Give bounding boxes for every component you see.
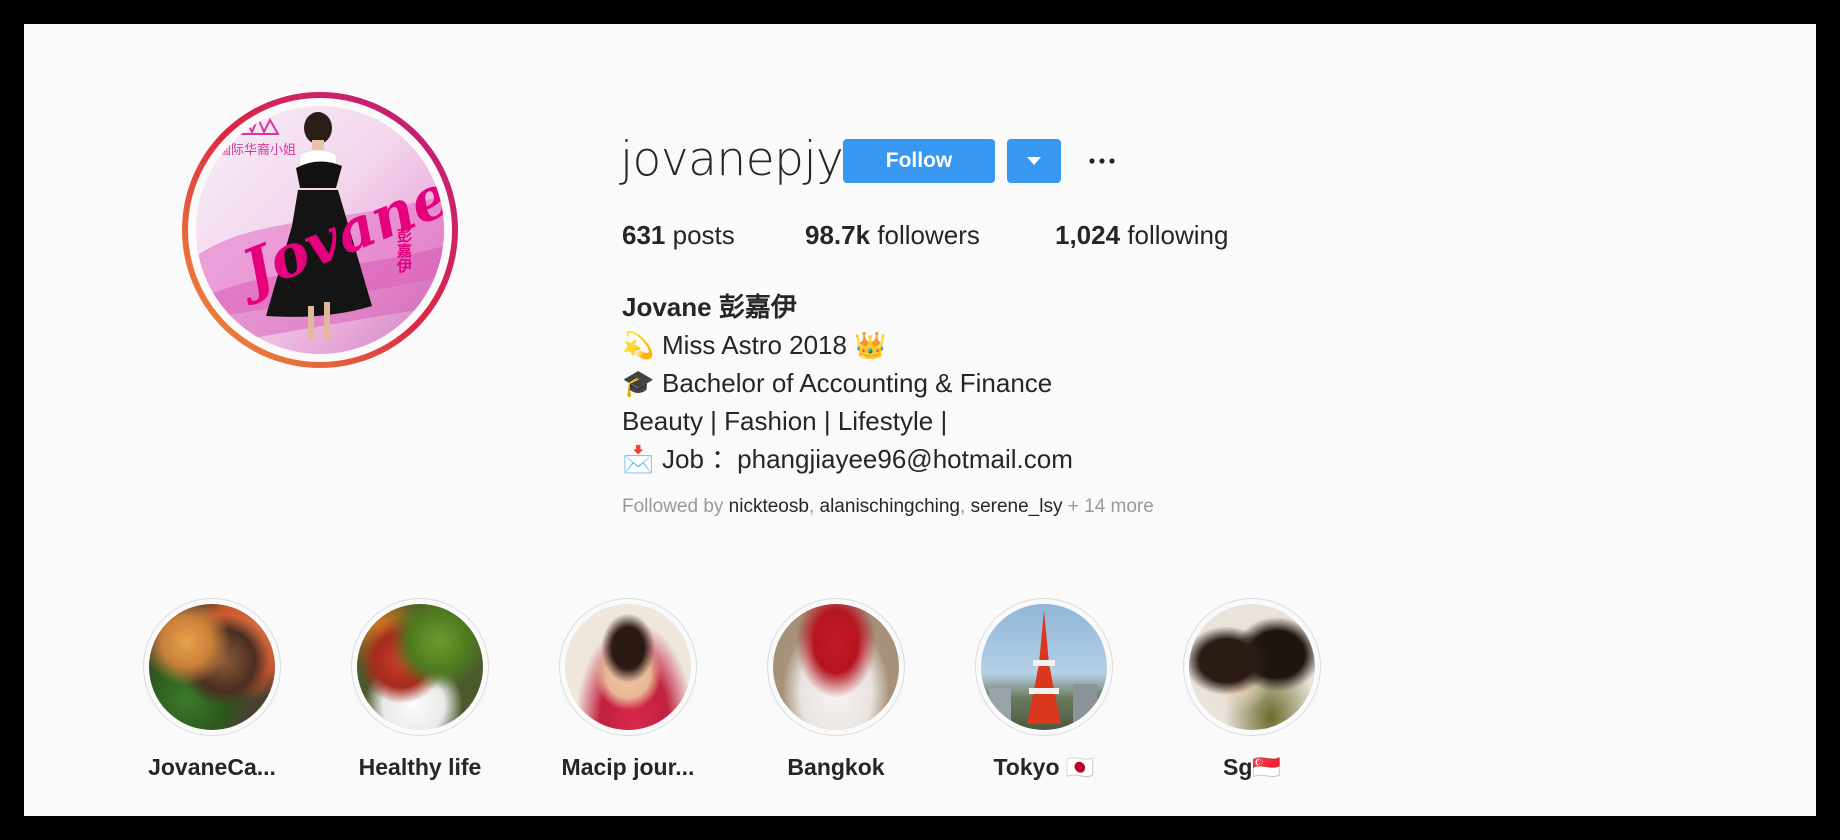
profile-avatar[interactable]: 国际华裔小姐 Jovane 彭嘉伊 <box>182 92 458 368</box>
highlight-item[interactable]: Sg🇸🇬 <box>1172 598 1332 781</box>
svg-text:彭嘉伊: 彭嘉伊 <box>395 228 413 274</box>
bio-line: Bachelor of Accounting & Finance <box>662 368 1053 398</box>
dizzy-icon: 💫 <box>622 330 655 360</box>
followers-link[interactable]: 98.7k followers <box>805 220 980 251</box>
follower-username[interactable]: nickteosb <box>729 496 809 517</box>
highlight-cover <box>357 604 483 730</box>
profile-page: 国际华裔小姐 Jovane 彭嘉伊 jovanepjy Follow 631 p… <box>24 24 1816 816</box>
svg-text:国际华裔小姐: 国际华裔小姐 <box>218 142 296 158</box>
highlight-item[interactable]: JovaneCa... <box>132 598 292 781</box>
highlight-cover <box>773 604 899 730</box>
highlight-item[interactable]: Tokyo 🇯🇵 <box>964 598 1124 781</box>
posts-count: 631 posts <box>622 220 735 250</box>
profile-bio: Jovane 彭嘉伊 💫 Miss Astro 2018 👑 🎓 Bachelo… <box>622 288 1073 478</box>
avatar-illustration: 国际华裔小姐 Jovane 彭嘉伊 <box>196 112 444 346</box>
caret-down-icon <box>1027 157 1041 165</box>
avatar-photo: 国际华裔小姐 Jovane 彭嘉伊 <box>196 106 444 354</box>
pageant-logo-icon <box>236 115 280 135</box>
highlight-cover <box>981 604 1107 730</box>
highlight-item[interactable]: Healthy life <box>340 598 500 781</box>
highlight-label: Tokyo 🇯🇵 <box>993 754 1095 780</box>
follower-username[interactable]: serene_lsy <box>971 496 1063 517</box>
highlight-cover <box>149 604 275 730</box>
highlight-label: Healthy life <box>358 754 482 780</box>
graduation-cap-icon: 🎓 <box>622 368 655 398</box>
highlight-cover <box>565 604 691 730</box>
highlight-item[interactable]: Macip jour... <box>548 598 708 781</box>
bio-line: Beauty | Fashion | Lifestyle | <box>622 406 948 436</box>
suggestions-dropdown-button[interactable] <box>1007 139 1061 183</box>
highlight-label: Sg🇸🇬 <box>1222 754 1282 780</box>
highlight-label: JovaneCa... <box>148 754 276 780</box>
profile-full-name: Jovane 彭嘉伊 <box>622 292 797 322</box>
ellipsis-icon <box>1089 158 1115 164</box>
bio-line: Miss Astro 2018 👑 <box>662 330 887 360</box>
follower-username[interactable]: alanischingching <box>820 496 961 517</box>
highlight-cover <box>1189 604 1315 730</box>
following-link[interactable]: 1,024 following <box>1055 220 1228 251</box>
followed-by-text[interactable]: Followed by nickteosb, alanischingching,… <box>622 496 1154 518</box>
bio-line: Job ：phangjiayee96@hotmail.com <box>662 444 1073 474</box>
profile-username: jovanepjy <box>620 132 844 187</box>
highlight-label: Macip jour... <box>561 754 695 780</box>
more-options-button[interactable] <box>1084 139 1120 183</box>
follow-button[interactable]: Follow <box>843 139 995 183</box>
highlight-label: Bangkok <box>787 754 885 780</box>
tokyo-tower-icon <box>989 610 1097 724</box>
highlight-item[interactable]: Bangkok <box>756 598 916 781</box>
envelope-icon: 📩 <box>622 444 655 474</box>
